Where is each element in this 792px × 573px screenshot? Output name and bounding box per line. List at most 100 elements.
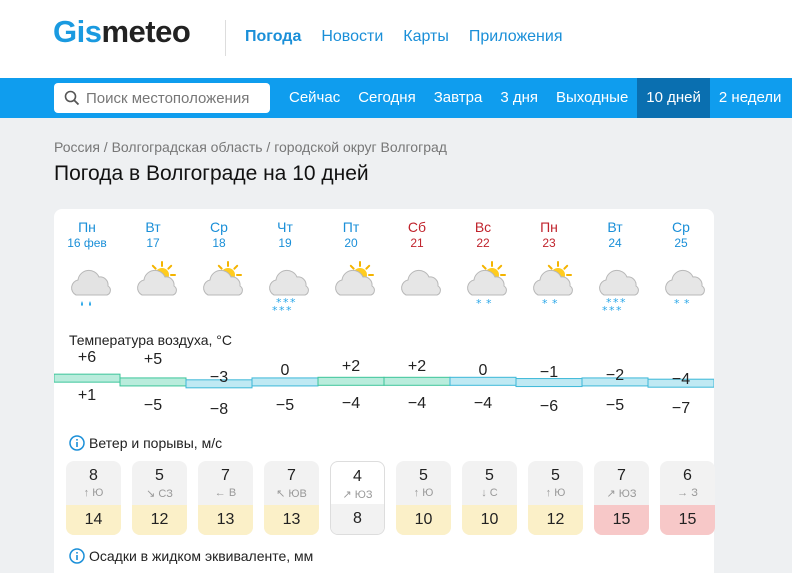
wind-arrow-icon: ↓	[481, 487, 487, 499]
temp-min: −4	[407, 395, 427, 412]
wind-direction: ↗ ЮЗ	[342, 489, 373, 501]
wind-arrow-icon: ↗	[606, 488, 616, 500]
temp-max: −1	[539, 364, 559, 381]
tab-tomorrow[interactable]: Завтра	[425, 78, 492, 118]
wind-cell[interactable]: 4 ↗ ЮЗ 8	[330, 461, 385, 535]
partly-cloudy-icon	[186, 261, 252, 321]
tab-weekend[interactable]: Выходные	[547, 78, 637, 118]
logo-divider	[225, 20, 226, 56]
wind-speed: 5	[419, 467, 428, 484]
temp-min: −6	[539, 398, 559, 415]
wind-gust: 13	[264, 505, 319, 535]
wind-direction: ↑ Ю	[545, 487, 566, 499]
wind-direction: ↓ С	[481, 487, 498, 499]
day-date: 16 фев	[67, 236, 107, 250]
wind-label: Ветер и порывы, м/с	[89, 435, 223, 451]
day-date: 20	[344, 236, 358, 250]
wind-direction: ↗ ЮЗ	[606, 488, 637, 500]
day-header[interactable]: Чт 19	[252, 219, 318, 251]
nav-pogoda[interactable]: Погода	[245, 28, 301, 46]
tab-10-days[interactable]: 10 дней	[637, 78, 710, 118]
day-header[interactable]: Ср 18	[186, 219, 252, 251]
wind-gust: 15	[594, 505, 649, 535]
search-icon	[64, 90, 80, 106]
wind-cell[interactable]: 7 ↗ ЮЗ 15	[594, 461, 649, 535]
wind-section-label: Ветер и порывы, м/с	[69, 435, 222, 451]
wind-arrow-icon: ↘	[146, 488, 156, 500]
svg-text:*: *	[286, 304, 292, 317]
temp-max: 0	[478, 362, 488, 379]
info-icon[interactable]	[69, 548, 85, 564]
day-header[interactable]: Вс 22	[450, 219, 516, 251]
day-header[interactable]: Пт 20	[318, 219, 384, 251]
wind-gust: 12	[528, 505, 583, 535]
day-header[interactable]: Пн 23	[516, 219, 582, 251]
wind-speed: 7	[221, 467, 230, 484]
gismeteo-logo[interactable]: Gismeteo	[53, 14, 191, 50]
temperature-values: +6 +1 +5 −5 −3 −8 0 −5 +2 −4 +2 −4 0 −4 −1 −6 −2 −5 −4 −7	[54, 349, 714, 429]
day-header[interactable]: Ср 25	[648, 219, 714, 251]
temp-max: +2	[407, 358, 427, 375]
forecast-card: Пн 16 фев Вт 17 Ср 18 Чт 19 Пт 20 Сб 21 Вс 22 Пн 23 Вт 24…	[54, 209, 715, 573]
wind-arrow-icon: ↑	[413, 487, 420, 499]
cloud-snow-icon: * * * * * *	[582, 261, 648, 321]
wind-speed: 8	[89, 467, 98, 484]
nav-news[interactable]: Новости	[321, 28, 383, 46]
wind-speed: 4	[353, 468, 362, 485]
wind-cell[interactable]: 6 → З 15	[660, 461, 715, 535]
day-header[interactable]: Вт 24	[582, 219, 648, 251]
search-box[interactable]	[54, 83, 270, 113]
day-headers: Пн 16 фев Вт 17 Ср 18 Чт 19 Пт 20 Сб 21 Вс 22 Пн 23 Вт 24…	[54, 219, 714, 251]
wind-cell[interactable]: 7 ← В 13	[198, 461, 253, 535]
wind-speed: 5	[485, 467, 494, 484]
day-name: Чт	[277, 219, 293, 235]
wind-direction: ↘ СЗ	[146, 488, 173, 500]
wind-cell[interactable]: 5 ↘ СЗ 12	[132, 461, 187, 535]
tab-2-weeks[interactable]: 2 недели	[710, 78, 791, 118]
wind-row: 8 ↑ Ю 14 5 ↘ СЗ 12 7 ← В 13 7 ↖ ЮВ 13 4 ↗ ЮЗ 8 5 ↑ Ю 10 5 ↓…	[66, 461, 715, 535]
day-date: 19	[278, 236, 292, 250]
svg-text:*: *	[272, 304, 278, 317]
wind-gust: 10	[462, 505, 517, 535]
wind-arrow-icon: ←	[214, 487, 226, 499]
tab-3-days[interactable]: 3 дня	[491, 78, 547, 118]
day-header[interactable]: Пн 16 фев	[54, 219, 120, 251]
wind-cell[interactable]: 5 ↓ С 10	[462, 461, 517, 535]
svg-text:*: *	[684, 297, 690, 310]
wind-arrow-icon: ↑	[83, 487, 90, 499]
page-title: Погода в Волгограде на 10 дней	[54, 162, 369, 185]
wind-direction: → З	[677, 487, 698, 499]
wind-arrow-icon: ↑	[545, 487, 552, 499]
wind-direction: ↑ Ю	[413, 487, 434, 499]
wind-gust: 13	[198, 505, 253, 535]
day-header[interactable]: Вт 17	[120, 219, 186, 251]
day-header[interactable]: Сб 21	[384, 219, 450, 251]
wind-arrow-icon: ↖	[276, 488, 286, 500]
wind-cell[interactable]: 5 ↑ Ю 12	[528, 461, 583, 535]
search-input[interactable]	[86, 89, 266, 107]
wind-arrow-icon: →	[677, 487, 689, 499]
wind-gust: 10	[396, 505, 451, 535]
wind-gust: 14	[66, 505, 121, 535]
info-icon[interactable]	[69, 435, 85, 451]
site-header: Gismeteo Погода Новости Карты Приложения	[0, 0, 792, 78]
wind-cell[interactable]: 7 ↖ ЮВ 13	[264, 461, 319, 535]
tab-now[interactable]: Сейчас	[280, 78, 349, 118]
temp-max: −3	[209, 369, 229, 386]
nav-apps[interactable]: Приложения	[469, 28, 563, 46]
svg-text:*: *	[486, 297, 492, 310]
svg-text:*: *	[674, 297, 680, 310]
tab-today[interactable]: Сегодня	[349, 78, 425, 118]
svg-text:*: *	[602, 304, 608, 317]
temp-max: +6	[77, 349, 97, 366]
wind-cell[interactable]: 8 ↑ Ю 14	[66, 461, 121, 535]
day-name: Вт	[145, 219, 161, 235]
wind-gust: 15	[660, 505, 715, 535]
nav-maps[interactable]: Карты	[403, 28, 449, 46]
breadcrumb[interactable]: Россия / Волгоградская область / городск…	[54, 139, 447, 155]
temp-min: +1	[77, 387, 97, 404]
wind-cell[interactable]: 5 ↑ Ю 10	[396, 461, 451, 535]
day-name: Ср	[210, 219, 228, 235]
precip-section-label: Осадки в жидком эквиваленте, мм	[69, 548, 313, 564]
temp-min: −7	[671, 400, 691, 417]
